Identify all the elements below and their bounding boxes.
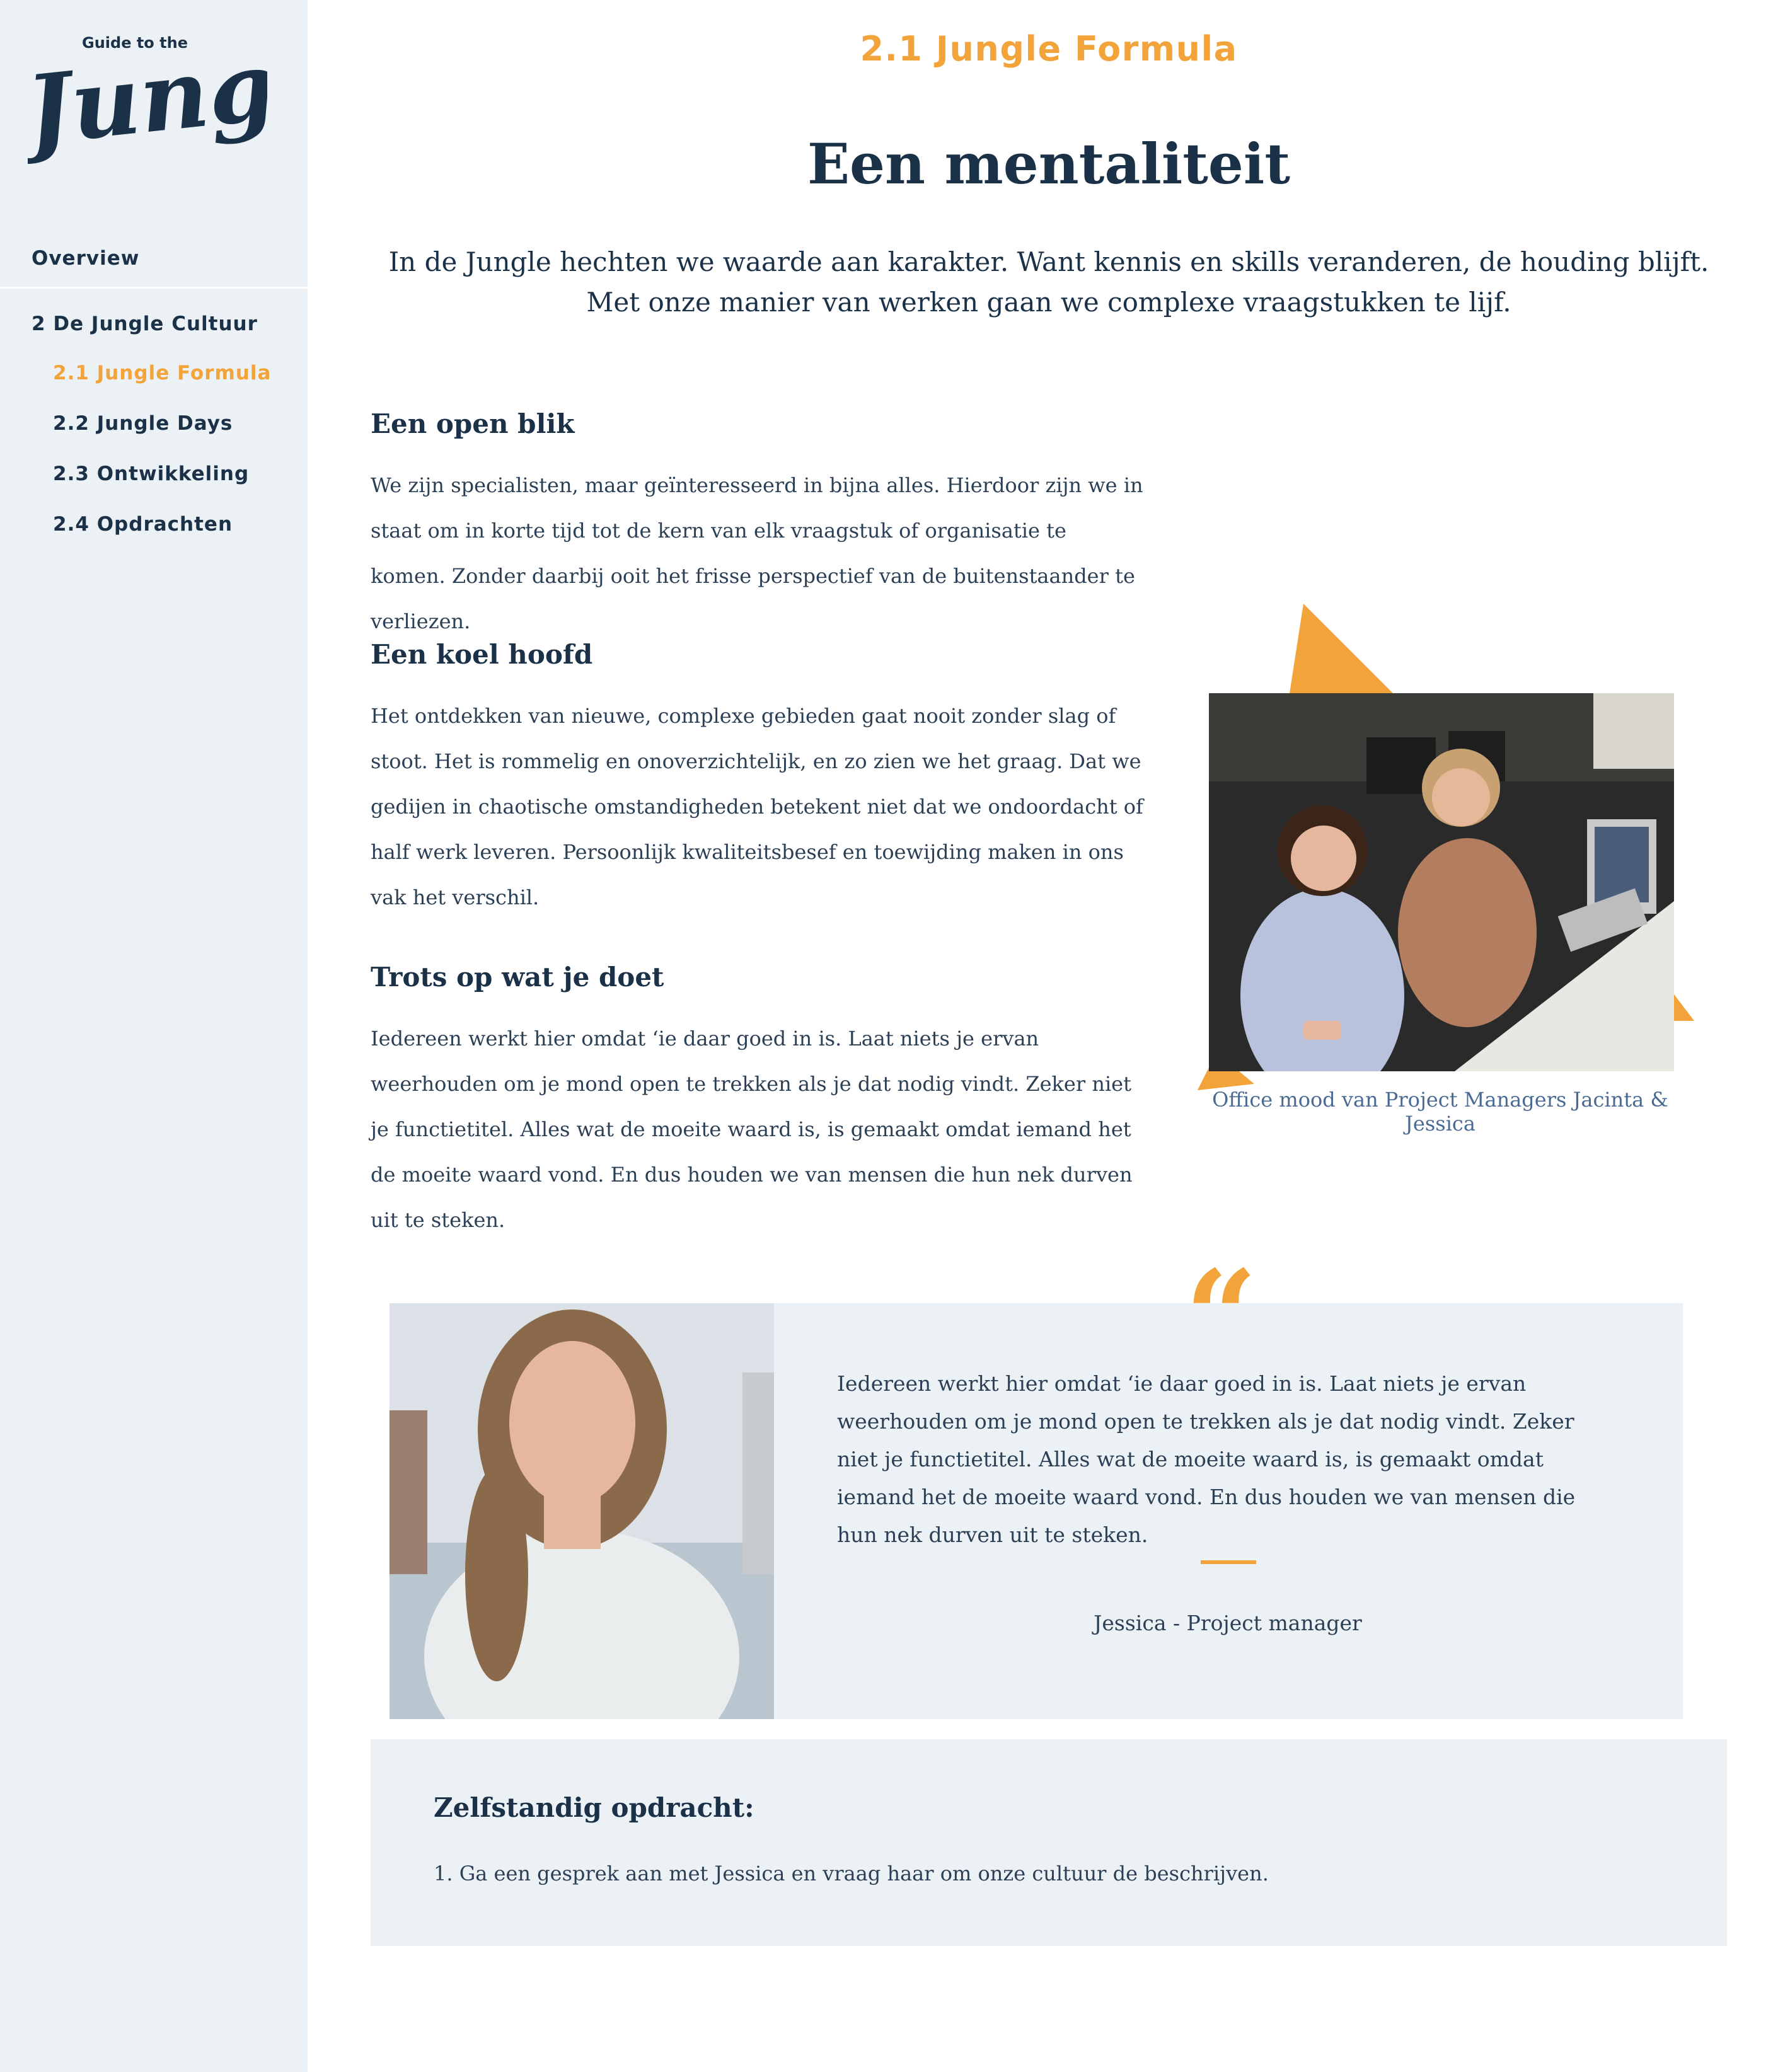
heading-trots: Trots op wat je doet — [371, 962, 664, 993]
intro-line-2: Met onze manier van werken gaan we compl… — [586, 287, 1511, 318]
quote-mark-icon: “ — [1185, 1243, 1258, 1391]
svg-text:Jungle: Jungle — [28, 25, 267, 164]
nav-item-opdrachten[interactable]: 2.4 Opdrachten — [53, 513, 233, 536]
heading-open-blik: Een open blik — [371, 408, 575, 439]
intro-text: In de Jungle hechten we waarde aan karak… — [378, 242, 1719, 323]
nav-item-jungle-days[interactable]: 2.2 Jungle Days — [53, 412, 233, 435]
nav-divider — [0, 287, 308, 289]
assignment-item: 1. Ga een gesprek aan met Jessica en vra… — [434, 1862, 1269, 1885]
paragraph-trots: Iedereen werkt hier omdat ‘ie daar goed … — [371, 1027, 1133, 1232]
office-photo — [1209, 693, 1674, 1071]
photo-caption: Office mood van Project Managers Jacinta… — [1212, 1088, 1668, 1136]
intro-line-1: In de Jungle hechten we waarde aan karak… — [388, 246, 1709, 277]
jessica-portrait — [390, 1303, 774, 1719]
office-photo-frame — [1179, 599, 1708, 1103]
section-kicker: 2.1 Jungle Formula — [860, 29, 1238, 69]
assignment-box — [371, 1739, 1727, 1946]
nav-overview[interactable]: Overview — [32, 247, 139, 270]
nav-item-ontwikkeling[interactable]: 2.3 Ontwikkeling — [53, 463, 249, 485]
quote-divider — [1201, 1560, 1256, 1564]
heading-koel-hoofd: Een koel hoofd — [371, 639, 593, 670]
quote-text: Iedereen werkt hier omdat ‘ie daar goed … — [837, 1371, 1576, 1547]
nav-item-jungle-formula[interactable]: 2.1 Jungle Formula — [53, 362, 271, 384]
paragraph-koel-hoofd: Het ontdekken van nieuwe, complexe gebie… — [371, 704, 1143, 909]
page-title: Een mentaliteit — [807, 131, 1290, 197]
paragraph-open-blik: We zijn specialisten, maar geïnteresseer… — [371, 473, 1143, 633]
quote-author: Jessica - Project manager — [1094, 1611, 1362, 1635]
assignment-title: Zelfstandig opdracht: — [434, 1792, 754, 1823]
guide-to-the-jungle-logo[interactable]: Guide to the Jungle — [6, 20, 376, 168]
nav-section-jungle-cultuur[interactable]: 2 De Jungle Cultuur — [32, 313, 258, 335]
sidebar: Guide to the Jungle Overview 2 De Jungle… — [0, 0, 376, 2072]
